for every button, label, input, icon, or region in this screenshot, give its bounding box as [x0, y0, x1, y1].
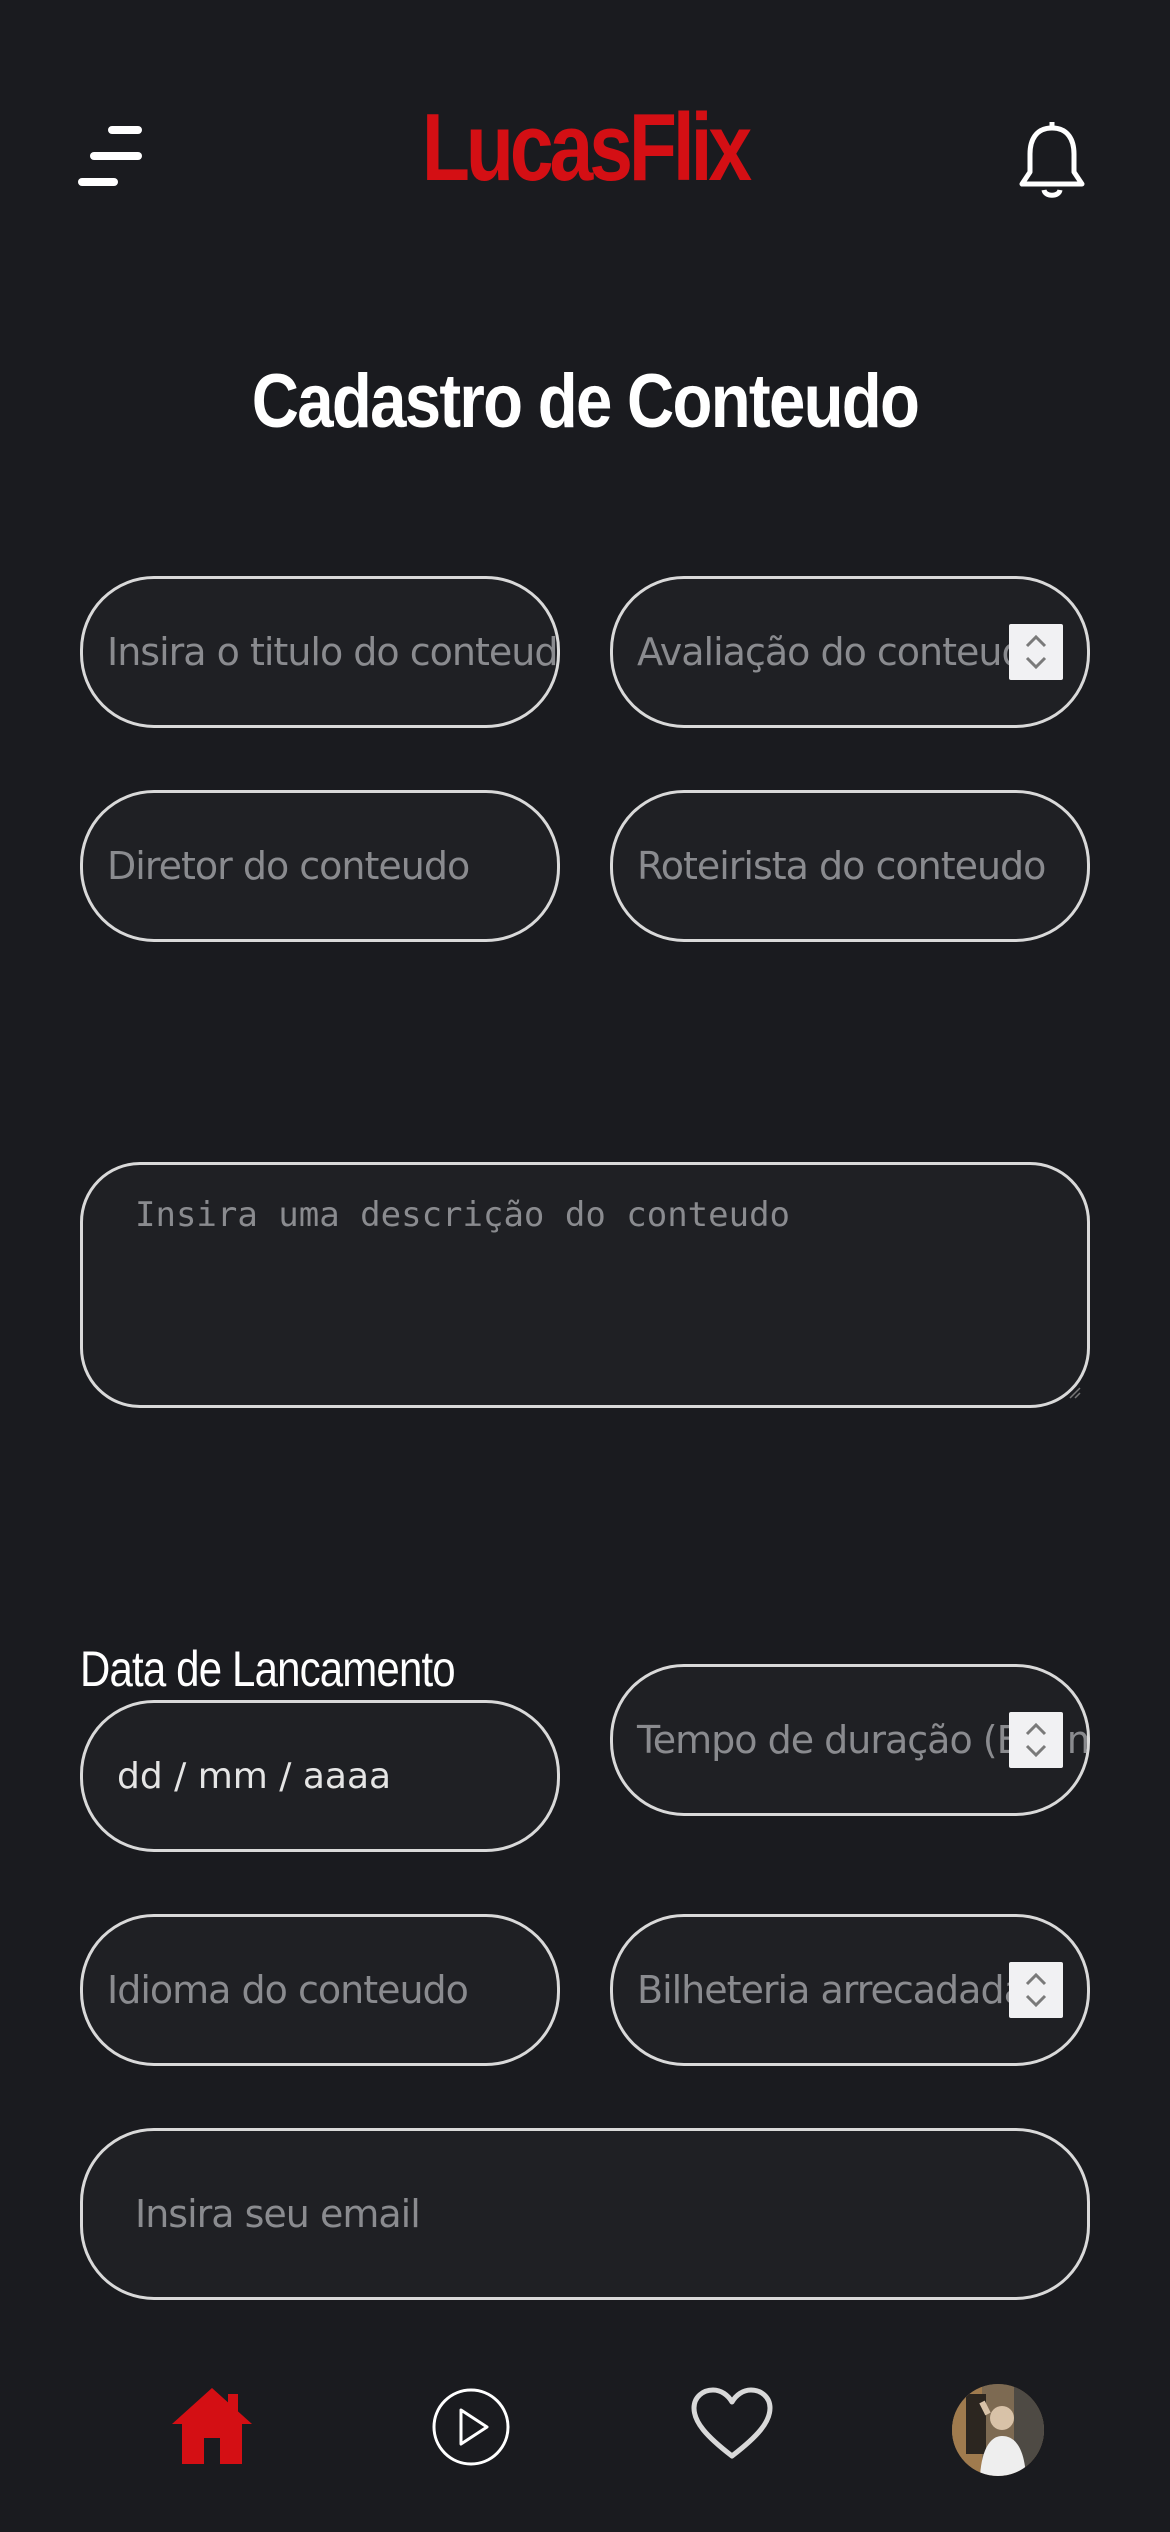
director-input-placeholder: Diretor do conteudo — [107, 844, 470, 888]
chevron-up-icon — [1025, 1722, 1047, 1736]
resize-grip-icon[interactable] — [1067, 1385, 1081, 1399]
release-date-input[interactable]: dd / mm / aaaa — [80, 1700, 560, 1852]
rating-stepper[interactable] — [1009, 624, 1063, 680]
chevron-down-icon — [1025, 1744, 1047, 1758]
title-input-placeholder: Insira o titulo do conteudo — [107, 630, 557, 674]
writer-input-placeholder: Roteirista do conteudo — [637, 844, 1046, 888]
avatar[interactable] — [952, 2384, 1044, 2476]
box-office-input[interactable]: Bilheteria arrecadada — [610, 1914, 1090, 2066]
language-input[interactable]: Idioma do conteudo — [80, 1914, 560, 2066]
description-placeholder: Insira uma descrição do conteudo — [135, 1195, 791, 1235]
brand-logo[interactable]: LucasFlix — [105, 100, 1064, 196]
content-registration-page: LucasFlix Cadastro de Conteudo Insira o … — [0, 0, 1170, 2532]
box-office-stepper[interactable] — [1009, 1962, 1063, 2018]
home-icon[interactable] — [170, 2386, 254, 2466]
duration-input[interactable]: Tempo de duração (Em minutos) — [610, 1664, 1090, 1816]
page-title: Cadastro de Conteudo — [251, 359, 920, 444]
email-field[interactable]: Insira seu email — [80, 2128, 1090, 2300]
title-input[interactable]: Insira o titulo do conteudo — [80, 576, 560, 728]
heart-icon[interactable] — [690, 2386, 774, 2462]
director-input[interactable]: Diretor do conteudo — [80, 790, 560, 942]
language-input-placeholder: Idioma do conteudo — [107, 1968, 469, 2012]
chevron-up-icon — [1025, 1972, 1047, 1986]
duration-stepper[interactable] — [1009, 1712, 1063, 1768]
writer-input[interactable]: Roteirista do conteudo — [610, 790, 1090, 942]
release-date-value: dd / mm / aaaa — [117, 1755, 392, 1797]
chevron-down-icon — [1025, 656, 1047, 670]
rating-input[interactable]: Avaliação do conteudo — [610, 576, 1090, 728]
chevron-down-icon — [1025, 1994, 1047, 2008]
chevron-up-icon — [1025, 634, 1047, 648]
description-textarea[interactable]: Insira uma descrição do conteudo — [80, 1162, 1090, 1408]
bell-icon[interactable] — [1016, 118, 1088, 200]
email-placeholder: Insira seu email — [135, 2192, 421, 2236]
play-icon[interactable] — [430, 2386, 512, 2468]
release-date-label: Data de Lancamento — [80, 1641, 456, 1697]
